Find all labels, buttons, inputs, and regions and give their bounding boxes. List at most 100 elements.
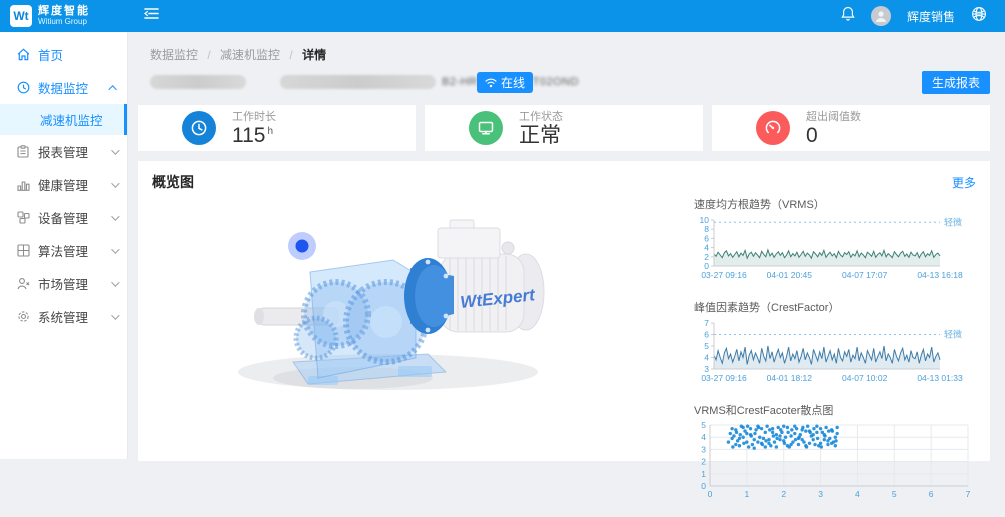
sidebar-item-home[interactable]: 首页 <box>0 38 127 71</box>
stat-value: 115h <box>232 124 276 148</box>
sidebar-item-label: 系统管理 <box>38 307 88 326</box>
breadcrumb: 数据监控 / 减速机监控 / 详情 <box>128 32 1005 63</box>
top-header: Wt 辉度智能 Witium Group 辉度销售 <box>0 0 1005 32</box>
breadcrumb-gearbox-monitor[interactable]: 减速机监控 <box>220 48 280 62</box>
svg-text:5: 5 <box>892 489 897 499</box>
chevron-down-icon <box>111 179 119 187</box>
svg-text:7: 7 <box>966 489 971 499</box>
sidebar-nav: 首页 数据监控 减速机监控 报表管理 健康管理 设备管理 算法管理 市场管理 系… <box>0 32 128 459</box>
sidebar-item-data-monitor[interactable]: 数据监控 <box>0 71 127 104</box>
brand-logo-mark: Wt <box>10 5 32 27</box>
svg-text:04-01 20:45: 04-01 20:45 <box>767 270 813 280</box>
chart-title: 峰值因素趋势（CrestFactor） <box>694 299 976 315</box>
sidebar-item-gearbox-monitor[interactable]: 减速机监控 <box>0 104 127 135</box>
chart-title: 速度均方根趋势（VRMS） <box>694 196 976 212</box>
svg-text:4: 4 <box>855 489 860 499</box>
svg-text:1: 1 <box>701 469 706 479</box>
svg-text:8: 8 <box>704 224 709 234</box>
svg-text:5: 5 <box>701 421 706 430</box>
brand-logo: Wt 辉度智能 Witium Group <box>0 0 128 32</box>
stat-label: 超出阈值数 <box>806 108 861 124</box>
measure-point-marker[interactable] <box>288 232 316 260</box>
gauge-icon <box>756 111 790 145</box>
vrms-chart-canvas: 024681003-27 09:1604-01 20:4504-07 17:07… <box>694 215 976 281</box>
device-icon <box>16 211 30 225</box>
sidebar-item-algorithms[interactable]: 算法管理 <box>0 234 127 267</box>
device-name-redacted <box>150 75 246 89</box>
sidebar-item-label: 报表管理 <box>38 142 88 161</box>
svg-text:2: 2 <box>704 252 709 262</box>
sidebar-item-label: 算法管理 <box>38 241 88 260</box>
globe-icon[interactable] <box>971 6 987 27</box>
svg-text:6: 6 <box>929 489 934 499</box>
menu-fold-icon[interactable] <box>144 7 159 25</box>
svg-text:6: 6 <box>704 330 709 340</box>
bell-icon[interactable] <box>841 6 855 26</box>
stat-value: 0 <box>806 124 861 148</box>
user-avatar[interactable] <box>871 6 891 26</box>
market-icon <box>16 277 30 291</box>
vrms-crestfactor-scatter-chart: VRMS和CrestFacoter散点图 01234501234567 <box>694 402 976 504</box>
gear-icon <box>16 310 30 324</box>
sidebar-item-label: 市场管理 <box>38 274 88 293</box>
svg-text:1: 1 <box>744 489 749 499</box>
sidebar-item-reports[interactable]: 报表管理 <box>0 135 127 168</box>
breadcrumb-separator: / <box>207 48 210 62</box>
data-monitor-icon <box>16 81 30 95</box>
sidebar-item-label: 数据监控 <box>38 78 88 97</box>
svg-text:2: 2 <box>781 489 786 499</box>
breadcrumb-data-monitor[interactable]: 数据监控 <box>150 48 198 62</box>
svg-text:6: 6 <box>704 233 709 243</box>
sidebar-item-market[interactable]: 市场管理 <box>0 267 127 300</box>
chevron-down-icon <box>111 146 119 154</box>
chevron-down-icon <box>111 212 119 220</box>
stats-row: 工作时长 115h 工作状态 正常 超出阈值数 0 <box>138 105 990 151</box>
vrms-trend-chart: 速度均方根趋势（VRMS） 024681003-27 09:1604-01 20… <box>694 196 976 286</box>
wifi-icon <box>485 78 497 88</box>
svg-text:03-27 09:16: 03-27 09:16 <box>701 270 747 280</box>
svg-text:4: 4 <box>704 243 709 253</box>
brand-name-cn: 辉度智能 <box>38 6 90 18</box>
breadcrumb-current: 详情 <box>302 48 326 62</box>
crestfactor-chart-canvas: 3456703-27 09:1604-01 18:1204-07 10:0204… <box>694 318 976 384</box>
stat-card-working-hours: 工作时长 115h <box>138 105 416 151</box>
sidebar-item-devices[interactable]: 设备管理 <box>0 201 127 234</box>
stat-label: 工作时长 <box>232 108 276 124</box>
sidebar-subitem-label: 减速机监控 <box>40 110 103 129</box>
svg-text:2: 2 <box>701 457 706 467</box>
overview-title: 概览图 <box>152 172 194 192</box>
home-icon <box>16 48 30 62</box>
svg-text:轻微: 轻微 <box>944 329 962 340</box>
chevron-up-icon <box>108 85 116 93</box>
gearbox-3d-view: WtExpert <box>158 210 578 410</box>
crestfactor-trend-chart: 峰值因素趋势（CrestFactor） 3456703-27 09:1604-0… <box>694 299 976 389</box>
sidebar-item-system[interactable]: 系统管理 <box>0 300 127 333</box>
algorithm-icon <box>16 244 30 258</box>
sidebar-item-label: 设备管理 <box>38 208 88 227</box>
sidebar-item-label: 首页 <box>38 45 63 64</box>
stat-value: 正常 <box>519 124 563 148</box>
overview-card: 概览图 更多 <box>138 161 990 461</box>
svg-text:04-13 16:18: 04-13 16:18 <box>917 270 963 280</box>
user-name[interactable]: 辉度销售 <box>907 8 955 25</box>
overview-more-link[interactable]: 更多 <box>952 174 976 191</box>
generate-report-button[interactable]: 生成报表 <box>922 71 990 94</box>
svg-text:04-07 10:02: 04-07 10:02 <box>842 373 888 383</box>
svg-text:04-13 01:33: 04-13 01:33 <box>917 373 963 383</box>
scatter-chart-canvas: 01234501234567 <box>694 421 976 499</box>
status-badge: 在线 <box>477 72 533 93</box>
svg-text:7: 7 <box>704 318 709 328</box>
svg-text:4: 4 <box>701 432 706 442</box>
main-content: 数据监控 / 减速机监控 / 详情 B2-HRYYJ0000TT02OND 在线… <box>128 32 1005 459</box>
chevron-down-icon <box>111 278 119 286</box>
svg-text:04-01 18:12: 04-01 18:12 <box>767 373 813 383</box>
sidebar-item-health[interactable]: 健康管理 <box>0 168 127 201</box>
svg-text:04-07 17:07: 04-07 17:07 <box>842 270 888 280</box>
breadcrumb-separator: / <box>289 48 292 62</box>
chevron-down-icon <box>111 245 119 253</box>
svg-text:3: 3 <box>818 489 823 499</box>
svg-text:03-27 09:16: 03-27 09:16 <box>701 373 747 383</box>
health-icon <box>16 178 30 192</box>
clock-icon <box>182 111 216 145</box>
svg-text:轻微: 轻微 <box>944 216 962 227</box>
